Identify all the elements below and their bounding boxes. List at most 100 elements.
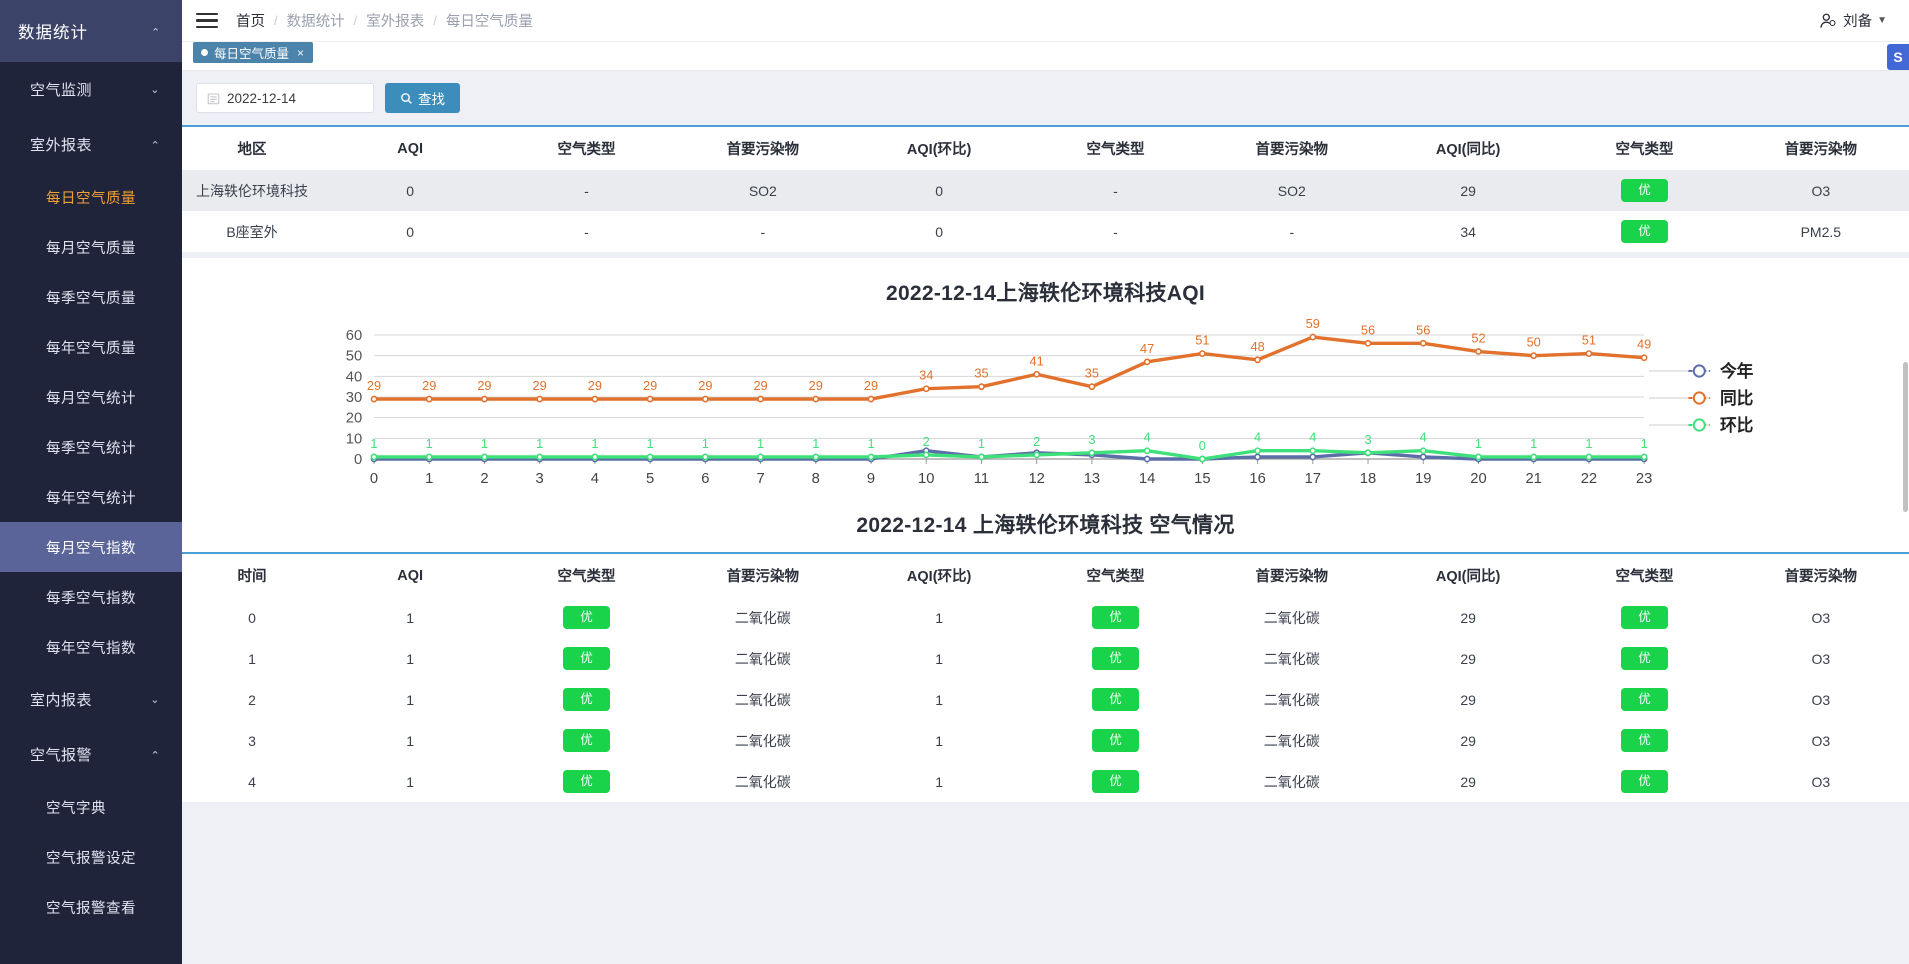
sidebar-title-bar[interactable]: 数据统计 ⌄ (0, 0, 182, 62)
svg-text:2: 2 (923, 434, 930, 449)
table-row[interactable]: 1 1 优 二氧化碳 1 优 二氧化碳 29 优 O3 (182, 638, 1909, 679)
breadcrumb-item-statistics[interactable]: 数据统计 (287, 10, 345, 31)
sidebar-item-yearly-air-index[interactable]: 每年空气指数 (0, 622, 182, 672)
column-header: AQI (322, 554, 499, 597)
scrollbar-thumb[interactable] (1903, 362, 1908, 512)
sidebar-item-label: 每年空气统计 (46, 490, 136, 507)
table-row[interactable]: 3 1 优 二氧化碳 1 优 二氧化碳 29 优 O3 (182, 720, 1909, 761)
column-header: AQI(同比) (1379, 554, 1557, 597)
status-badge: 优 (1621, 606, 1668, 629)
svg-text:40: 40 (346, 369, 362, 385)
summary-table-header-row: 地区 AQI 空气类型 首要污染物 AQI(环比) 空气类型 首要污染物 AQI(同比) 空气类… (182, 127, 1909, 170)
table-cell: 0 (322, 170, 499, 211)
chart-title: 2022-12-14上海轶伦环境科技AQI (885, 282, 1206, 305)
sidebar-item-air-alarm-setting[interactable]: 空气报警设定 (0, 832, 182, 882)
sidebar-item-quarterly-air-quality[interactable]: 每季空气质量 (0, 272, 182, 322)
svg-text:21: 21 (1525, 471, 1541, 487)
sidebar-group-air-monitor[interactable]: 空气监测 ⌄ (0, 62, 182, 117)
table-cell-badge: 优 (498, 597, 674, 638)
svg-text:29: 29 (809, 378, 823, 393)
svg-text:59: 59 (1306, 316, 1320, 331)
sidebar-item-label: 每年空气质量 (46, 340, 136, 357)
column-header: 首要污染物 (1203, 127, 1380, 170)
content-scroll-area[interactable]: 2022-12-14 查找 地区 AQI 空气类型 首要污染物 AQI(环比) 空气类型首… (182, 71, 1909, 964)
tab-daily-air-quality[interactable]: 每日空气质量 × (193, 42, 314, 63)
table-cell: 34 (1460, 223, 1476, 240)
sidebar-group-air-alarm[interactable]: 空气报警 ⌄ (0, 727, 182, 782)
user-name: 刘备 (1843, 14, 1873, 30)
tab-status-dot-icon (201, 49, 208, 56)
tab-label: 每日空气质量 (214, 47, 290, 61)
svg-text:1: 1 (757, 436, 764, 451)
sidebar-item-label: 空气字典 (46, 800, 106, 817)
sidebar-group-label: 室外报表 (30, 137, 93, 154)
floating-action-label: S (1893, 49, 1903, 65)
table-cell-badge: 优 (498, 679, 674, 720)
svg-text:29: 29 (643, 378, 657, 393)
column-header: 首要污染物 (1203, 554, 1380, 597)
detail-table-panel: 时间 AQI 空气类型 首要污染物 AQI(环比) 空气类型 首要污染物 AQI(同比) 空气类… (182, 552, 1909, 802)
sidebar-group-indoor-report[interactable]: 室内报表 ⌄ (0, 672, 182, 727)
menu-toggle-icon[interactable] (196, 9, 218, 33)
breadcrumb-separator: / (274, 13, 278, 28)
date-input[interactable]: 2022-12-14 (196, 83, 374, 113)
table-cell: - (498, 170, 675, 211)
date-input-value: 2022-12-14 (227, 90, 297, 106)
column-header: 首要污染物 (1732, 554, 1909, 597)
table-cell-badge: 优 (498, 761, 674, 802)
column-header: 空气类型 (498, 554, 675, 597)
svg-text:29: 29 (477, 378, 491, 393)
sidebar-item-quarterly-air-index[interactable]: 每季空气指数 (0, 572, 182, 622)
sidebar-item-daily-air-quality[interactable]: 每日空气质量 (0, 172, 182, 222)
sidebar-item-monthly-air-index[interactable]: 每月空气指数 (0, 522, 182, 572)
svg-text:1: 1 (481, 436, 488, 451)
svg-text:10: 10 (346, 431, 362, 447)
breadcrumb-item-home[interactable]: 首页 (236, 10, 265, 31)
sidebar-item-air-alarm-view[interactable]: 空气报警查看 (0, 882, 182, 932)
sidebar-item-yearly-air-quality[interactable]: 每年空气质量 (0, 322, 182, 372)
chevron-up-icon: ⌄ (150, 138, 160, 150)
table-cell: 二氧化碳 (1263, 609, 1320, 626)
table-cell: - (1027, 170, 1204, 211)
sidebar-item-quarterly-air-stats[interactable]: 每季空气统计 (0, 422, 182, 472)
svg-text:环比: 环比 (1720, 415, 1754, 435)
sidebar-item-label: 空气报警查看 (46, 900, 136, 917)
sidebar-item-air-dictionary[interactable]: 空气字典 (0, 782, 182, 832)
table-cell: 29 (1379, 170, 1557, 211)
close-icon[interactable]: × (297, 46, 304, 60)
breadcrumb-item-outdoor-report[interactable]: 室外报表 (366, 10, 424, 31)
table-cell: - (1289, 223, 1295, 240)
search-button[interactable]: 查找 (385, 83, 460, 113)
sidebar-group-label: 空气监测 (30, 82, 93, 99)
table-cell: 二氧化碳 (734, 609, 791, 626)
svg-text:3: 3 (1088, 432, 1095, 447)
sidebar-item-monthly-air-quality[interactable]: 每月空气质量 (0, 222, 182, 272)
table-row[interactable]: B座室外 0 - - 0 - - 34 优 PM2.5 (182, 211, 1909, 252)
chart-canvas[interactable]: 0 10 20 30 40 50 60 0 1 2 3 4 5 6 7 8 9 10 11 12 13 14 15 16 17 1… (182, 311, 1909, 491)
user-menu[interactable]: 刘备 ▼ (1818, 10, 1895, 31)
table-row[interactable]: 2 1 优 二氧化碳 1 优 二氧化碳 29 优 O3 (182, 679, 1909, 720)
table-cell: 29 (1460, 773, 1476, 790)
sidebar-item-monthly-air-stats[interactable]: 每月空气统计 (0, 372, 182, 422)
svg-text:同比: 同比 (1720, 388, 1754, 408)
table-row[interactable]: 上海轶伦环境科技 0- SO2 0- SO2 29 优 O3 (182, 170, 1909, 211)
vertical-scrollbar[interactable] (1903, 42, 1909, 964)
table-row[interactable]: 0 1 优 二氧化碳 1 优 二氧化碳 29 优 O3 (182, 597, 1909, 638)
svg-text:1: 1 (867, 436, 874, 451)
breadcrumb: 首页 / 数据统计 / 室外报表 / 每日空气质量 (236, 10, 533, 31)
table-cell-badge: 优 (1556, 638, 1732, 679)
svg-text:3: 3 (536, 471, 544, 487)
sidebar-item-label: 每季空气质量 (46, 290, 136, 307)
svg-text:7: 7 (756, 471, 764, 487)
sidebar-group-outdoor-report[interactable]: 室外报表 ⌄ (0, 117, 182, 172)
svg-text:16: 16 (1249, 471, 1265, 487)
column-header: 首要污染物 (674, 127, 851, 170)
breadcrumb-item-daily-air-quality[interactable]: 每日空气质量 (446, 10, 533, 31)
breadcrumb-separator: / (353, 13, 358, 28)
status-badge: 优 (1092, 647, 1139, 670)
sidebar-item-yearly-air-stats[interactable]: 每年空气统计 (0, 472, 182, 522)
table-cell: 3 (248, 732, 256, 749)
table-row[interactable]: 4 1 优 二氧化碳 1 优 二氧化碳 29 优 O3 (182, 761, 1909, 802)
top-bar: 首页 / 数据统计 / 室外报表 / 每日空气质量 刘备 ▼ (182, 0, 1909, 42)
table-cell: SO2 (674, 170, 851, 211)
